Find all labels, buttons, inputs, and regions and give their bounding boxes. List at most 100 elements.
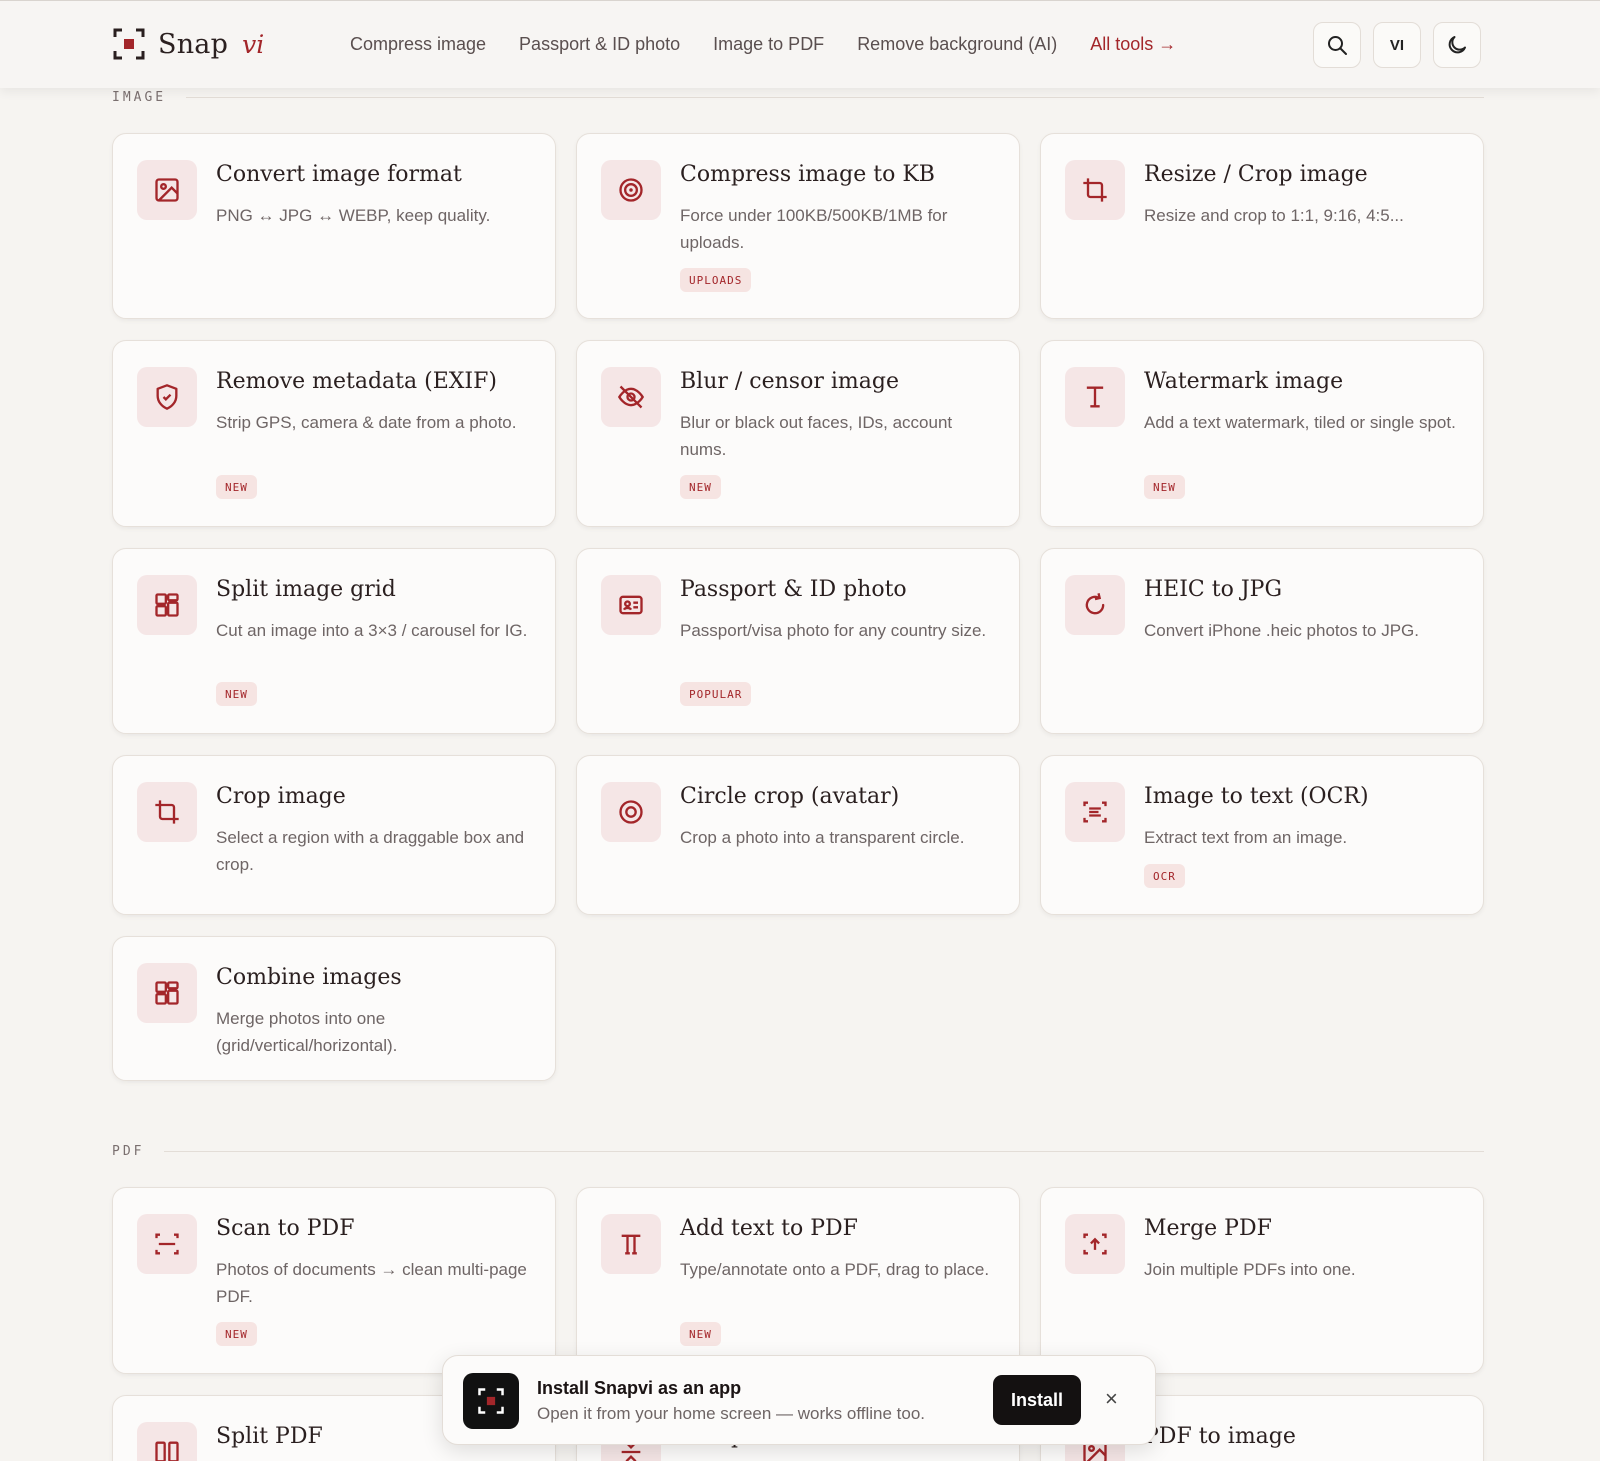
refresh-icon [1085,593,1105,615]
card-icon-box [1065,1214,1125,1274]
nav-compress-image[interactable]: Compress image [350,34,486,55]
section-heading-pdf: PDF [112,1144,1484,1159]
card-description: Photos of documents → clean multi-page P… [216,1260,527,1306]
card-description: Join multiple PDFs into one. [1144,1260,1356,1279]
scan-text-icon [1083,801,1107,823]
card-title: Split image grid [216,577,396,602]
app-logo-icon [478,1388,504,1414]
card-badge: NEW [216,1322,257,1346]
install-button[interactable]: Install [993,1375,1081,1425]
section-divider [186,97,1484,98]
tool-card-add-text-to-pdf[interactable]: Add text to PDF Type/annotate onto a PDF… [576,1187,1020,1374]
brand-logo[interactable]: Snap vi [112,27,264,61]
text-cursor-icon [1086,386,1104,408]
eye-off-icon [617,385,645,409]
card-description: Strip GPS, camera & date from a photo. [216,413,517,432]
nav-passport-id-photo[interactable]: Passport & ID photo [519,34,680,55]
card-icon-box [137,782,197,842]
card-title: Compress image to KB [680,162,935,187]
card-title: Image to text (OCR) [1144,784,1369,809]
shield-icon [156,384,178,410]
brand-name: Snap [158,28,229,60]
card-title: Combine images [216,965,402,990]
section-divider [164,1151,1484,1152]
card-title: HEIC to JPG [1144,577,1283,602]
theme-toggle-button[interactable] [1433,22,1481,68]
card-badge: NEW [1144,475,1185,499]
card-icon-box [137,575,197,635]
tool-card-passport-id-photo[interactable]: Passport & ID photo Passport/visa photo … [576,548,1020,734]
card-description: Cut an image into a 3×3 / carousel for I… [216,621,528,640]
tool-card-combine-images[interactable]: Combine images Merge photos into one (gr… [112,936,556,1081]
circle-target-icon [619,800,643,824]
crop-icon [1083,178,1107,202]
card-icon-box [601,367,661,427]
tool-card-remove-metadata[interactable]: Remove metadata (EXIF) Strip GPS, camera… [112,340,556,527]
section-heading-image: IMAGE [112,90,1484,105]
card-title: Merge PDF [1144,1216,1272,1241]
card-title: PDF to image [1144,1424,1296,1449]
card-title: Crop image [216,784,346,809]
scan-icon [155,1233,179,1255]
tool-card-circle-crop[interactable]: Circle crop (avatar) Crop a photo into a… [576,755,1020,915]
install-app-toast: Install Snapvi as an app Open it from yo… [442,1355,1156,1445]
card-badge: POPULAR [680,682,752,706]
nav-all-tools[interactable]: All tools → [1090,34,1176,55]
tool-card-convert-image-format[interactable]: Convert image format PNG ↔ JPG ↔ WEBP, k… [112,133,556,319]
tool-card-blur-censor-image[interactable]: Blur / censor image Blur or black out fa… [576,340,1020,527]
card-description: Force under 100KB/500KB/1MB for uploads. [680,206,948,252]
id-card-icon [619,595,643,615]
card-icon-box [601,1214,661,1274]
search-button[interactable] [1313,22,1361,68]
section-label: IMAGE [112,90,167,105]
nav-image-to-pdf[interactable]: Image to PDF [713,34,824,55]
top-header: Snap vi Compress image Passport & ID pho… [0,0,1600,88]
tool-card-scan-to-pdf[interactable]: Scan to PDF Photos of documents → clean … [112,1187,556,1374]
grid-icon [155,593,179,617]
target-icon [619,178,643,202]
tool-card-merge-pdf[interactable]: Merge PDF Join multiple PDFs into one. [1040,1187,1484,1374]
card-title: Add text to PDF [680,1216,858,1241]
card-icon-box [137,367,197,427]
card-description: Select a region with a draggable box and… [216,828,525,874]
card-icon-box [1065,160,1125,220]
card-description: Passport/visa photo for any country size… [680,621,987,640]
card-badge: NEW [216,682,257,706]
main-nav: Compress image Passport & ID photo Image… [350,34,1209,55]
tool-card-watermark-image[interactable]: Watermark image Add a text watermark, ti… [1040,340,1484,527]
app-logo [463,1373,519,1429]
tool-card-crop-image[interactable]: Crop image Select a region with a dragga… [112,755,556,915]
nav-remove-background[interactable]: Remove background (AI) [857,34,1057,55]
card-icon-box [1065,367,1125,427]
card-description: Extract text from an image. [1144,828,1348,847]
card-title: Circle crop (avatar) [680,784,900,809]
card-icon-box [137,963,197,1023]
card-icon-box [601,160,661,220]
grid-icon [155,981,179,1005]
card-badge: NEW [680,475,721,499]
card-description: Merge photos into one (grid/vertical/hor… [216,1009,398,1055]
tool-card-split-image-grid[interactable]: Split image grid Cut an image into a 3×3… [112,548,556,734]
search-icon [1328,36,1347,55]
card-badge: NEW [216,475,257,499]
language-button[interactable]: VI [1373,22,1421,68]
tool-card-resize-crop-image[interactable]: Resize / Crop image Resize and crop to 1… [1040,133,1484,319]
close-icon[interactable]: × [1105,1386,1118,1412]
brand-logo-icon [113,28,145,60]
card-icon-box [137,1214,197,1274]
card-description: Blur or black out faces, IDs, account nu… [680,413,953,459]
image-icon [155,178,179,202]
card-icon-box [601,575,661,635]
card-description: Convert iPhone .heic photos to JPG. [1144,621,1419,640]
crop-icon [155,800,179,824]
tool-card-compress-image-to-kb[interactable]: Compress image to KB Force under 100KB/5… [576,133,1020,319]
toast-subtitle: Open it from your home screen — works of… [537,1404,926,1423]
columns-icon [155,1441,179,1461]
tool-card-heic-to-jpg[interactable]: HEIC to JPG Convert iPhone .heic photos … [1040,548,1484,734]
card-icon-box [1065,575,1125,635]
tool-card-image-to-text-ocr[interactable]: Image to text (OCR) Extract text from an… [1040,755,1484,915]
brand-accent: vi [242,29,265,59]
section-label: PDF [112,1144,145,1159]
card-badge: UPLOADS [680,268,752,292]
card-title: Blur / censor image [680,369,899,394]
